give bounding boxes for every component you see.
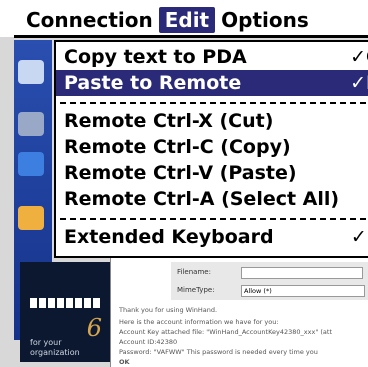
- menu-connection[interactable]: Connection: [20, 7, 159, 33]
- desktop-shortcut-icon[interactable]: [18, 206, 44, 230]
- menu-item-extended-keyboard[interactable]: Extended Keyboard ✓1: [62, 224, 368, 250]
- promo-banner: 6 for your organization: [20, 262, 112, 362]
- menu-item-label: Extended Keyboard: [64, 226, 274, 248]
- menu-item-remote-select-all[interactable]: Remote Ctrl-A (Select All): [62, 186, 368, 212]
- menu-options[interactable]: Options: [215, 7, 315, 33]
- doc-line: Account ID:42380: [119, 338, 178, 346]
- filename-field[interactable]: [241, 267, 363, 279]
- desktop-shortcut-icon[interactable]: [18, 60, 44, 84]
- menu-item-label: Copy text to PDA: [64, 46, 247, 68]
- shortcut-label: ✓1: [350, 226, 368, 248]
- doc-line: Thank you for using WinHand.: [119, 306, 218, 314]
- form-label: MimeType:: [177, 286, 215, 294]
- doc-line: Account Key attached file: "WinHand_Acco…: [119, 328, 332, 336]
- menu-bar-border: [14, 35, 368, 38]
- shortcut-label: ✓C: [350, 46, 368, 68]
- menu-bar: Connection Edit Options: [0, 0, 368, 38]
- menu-separator: [60, 102, 368, 104]
- edit-dropdown-menu: Copy text to PDA ✓C Paste to Remote ✓P R…: [54, 40, 368, 258]
- promo-text: for your organization: [30, 338, 80, 357]
- menu-item-remote-paste[interactable]: Remote Ctrl-V (Paste): [62, 160, 368, 186]
- menu-item-remote-copy[interactable]: Remote Ctrl-C (Copy): [62, 134, 368, 160]
- shortcut-label: ✓P: [350, 72, 368, 94]
- desktop-shortcut-icon[interactable]: [18, 152, 44, 176]
- menu-item-remote-cut[interactable]: Remote Ctrl-X (Cut): [62, 108, 368, 134]
- doc-line: Here is the account information we have …: [119, 318, 279, 326]
- desktop-shortcut-icon[interactable]: [18, 112, 44, 136]
- menu-edit[interactable]: Edit: [158, 7, 216, 33]
- menu-separator: [60, 218, 368, 220]
- barcode-graphic: [30, 298, 102, 308]
- email-document: Filename: MimeType: Allow (*) Thank you …: [110, 250, 368, 367]
- version-logo: 6: [86, 314, 102, 342]
- form-label: Filename:: [177, 268, 211, 276]
- menu-item-label: Paste to Remote: [64, 72, 242, 94]
- mimetype-field[interactable]: Allow (*): [241, 285, 365, 297]
- menu-item-paste-to-remote[interactable]: Paste to Remote ✓P: [56, 70, 368, 96]
- doc-ok-text: OK: [119, 358, 130, 366]
- doc-line: Password: "VAFWW" This password is neede…: [119, 348, 318, 356]
- menu-item-copy-text-to-pda[interactable]: Copy text to PDA ✓C: [62, 44, 368, 70]
- attachment-form: Filename: MimeType: Allow (*): [171, 262, 368, 300]
